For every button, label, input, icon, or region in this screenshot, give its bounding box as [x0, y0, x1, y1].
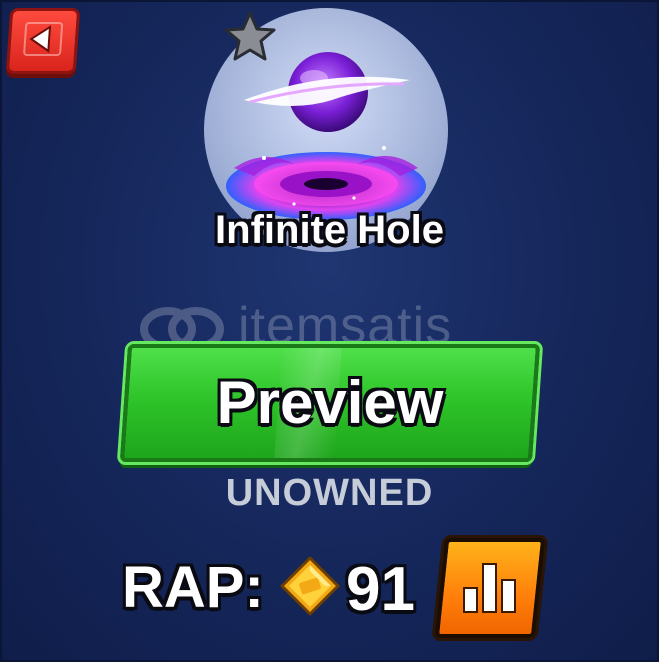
- rap-label: RAP:: [122, 555, 264, 620]
- bar-chart-icon: [463, 563, 516, 613]
- preview-button-label: Preview: [216, 369, 444, 436]
- back-arrow-icon: [23, 22, 64, 56]
- ownership-status: UNOWNED: [225, 472, 434, 514]
- rap-value: 91: [346, 555, 415, 624]
- item-name: Infinite Hole: [215, 208, 444, 252]
- rap-chart-button[interactable]: [434, 538, 546, 638]
- diamond-coin-icon: [280, 556, 340, 616]
- back-button[interactable]: [5, 8, 81, 74]
- rap-row: RAP: 91: [122, 538, 552, 638]
- preview-button[interactable]: Preview: [119, 344, 541, 462]
- star-icon: [224, 11, 276, 61]
